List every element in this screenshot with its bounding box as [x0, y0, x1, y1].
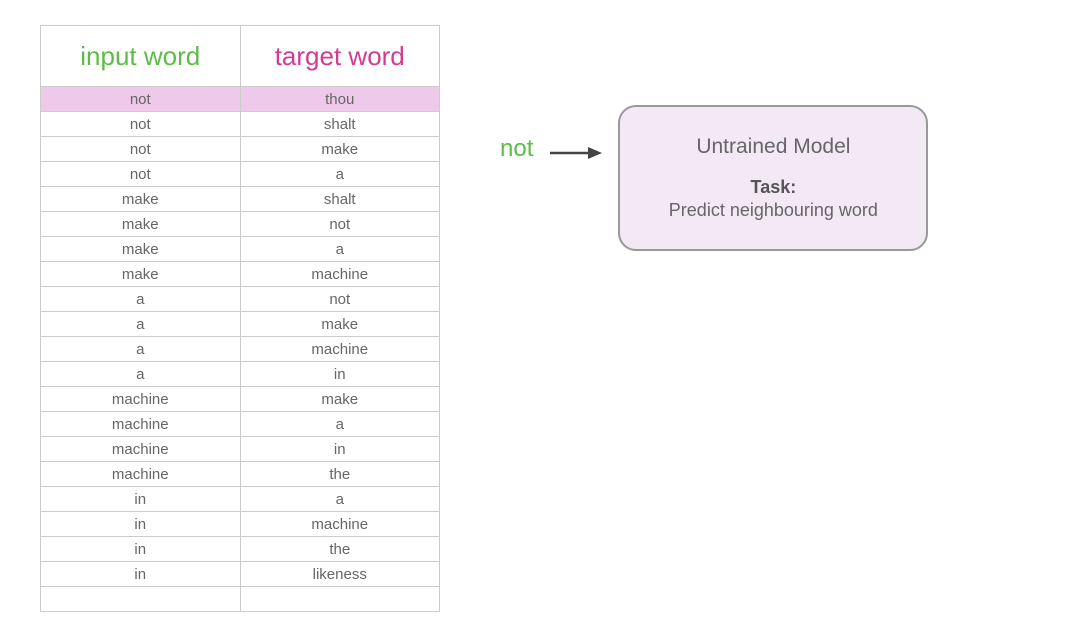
cell-input-word: in [41, 512, 241, 536]
table-body: notthounotshaltnotmakenotamakeshaltmaken… [41, 86, 439, 611]
cell-input-word: a [41, 287, 241, 311]
table-row: makenot [41, 211, 439, 236]
diagram-input-word: not [500, 105, 533, 163]
model-title: Untrained Model [668, 135, 878, 159]
cell-input-word: in [41, 537, 241, 561]
cell-input-word: in [41, 562, 241, 586]
table-row: anot [41, 286, 439, 311]
cell-target-word: make [241, 312, 440, 336]
cell-target-word: shalt [241, 112, 440, 136]
cell-target-word: not [241, 212, 440, 236]
cell-input-word: a [41, 312, 241, 336]
table-row: makeshalt [41, 186, 439, 211]
training-data-table: input word target word notthounotshaltno… [40, 25, 440, 612]
cell-target-word [241, 587, 440, 611]
cell-target-word: not [241, 287, 440, 311]
cell-input-word: machine [41, 462, 241, 486]
cell-input-word: not [41, 112, 241, 136]
table-row: machinethe [41, 461, 439, 486]
cell-input-word [41, 587, 241, 611]
table-row: notmake [41, 136, 439, 161]
cell-input-word: make [41, 262, 241, 286]
table-row: nota [41, 161, 439, 186]
table-row [41, 586, 439, 611]
cell-target-word: shalt [241, 187, 440, 211]
cell-target-word: a [241, 412, 440, 436]
table-row: makea [41, 236, 439, 261]
cell-input-word: a [41, 337, 241, 361]
table-row: amachine [41, 336, 439, 361]
cell-target-word: make [241, 137, 440, 161]
table-row: inlikeness [41, 561, 439, 586]
table-row: inthe [41, 536, 439, 561]
cell-target-word: thou [241, 87, 440, 111]
table-row: notthou [41, 86, 439, 111]
cell-input-word: not [41, 162, 241, 186]
arrow-icon [548, 105, 603, 168]
cell-target-word: machine [241, 512, 440, 536]
cell-input-word: make [41, 212, 241, 236]
cell-target-word: a [241, 162, 440, 186]
cell-input-word: not [41, 137, 241, 161]
task-description: Predict neighbouring word [668, 200, 878, 221]
cell-input-word: make [41, 237, 241, 261]
cell-input-word: machine [41, 387, 241, 411]
task-label: Task: [668, 177, 878, 198]
table-row: amake [41, 311, 439, 336]
table-row: ain [41, 361, 439, 386]
cell-input-word: not [41, 87, 241, 111]
cell-target-word: the [241, 537, 440, 561]
table-row: machinein [41, 436, 439, 461]
model-diagram: not Untrained Model Task: Predict neighb… [500, 25, 928, 612]
cell-target-word: make [241, 387, 440, 411]
table-row: makemachine [41, 261, 439, 286]
table-row: inmachine [41, 511, 439, 536]
cell-input-word: machine [41, 412, 241, 436]
cell-target-word: a [241, 487, 440, 511]
cell-input-word: machine [41, 437, 241, 461]
cell-input-word: in [41, 487, 241, 511]
table-row: notshalt [41, 111, 439, 136]
table-row: machinemake [41, 386, 439, 411]
cell-input-word: make [41, 187, 241, 211]
cell-input-word: a [41, 362, 241, 386]
cell-target-word: machine [241, 262, 440, 286]
table-row: ina [41, 486, 439, 511]
cell-target-word: in [241, 362, 440, 386]
table-row: machinea [41, 411, 439, 436]
table-header-row: input word target word [41, 26, 439, 86]
cell-target-word: a [241, 237, 440, 261]
cell-target-word: likeness [241, 562, 440, 586]
header-target-word: target word [241, 26, 440, 86]
header-input-word: input word [41, 26, 241, 86]
cell-target-word: in [241, 437, 440, 461]
model-box: Untrained Model Task: Predict neighbouri… [618, 105, 928, 251]
cell-target-word: machine [241, 337, 440, 361]
cell-target-word: the [241, 462, 440, 486]
